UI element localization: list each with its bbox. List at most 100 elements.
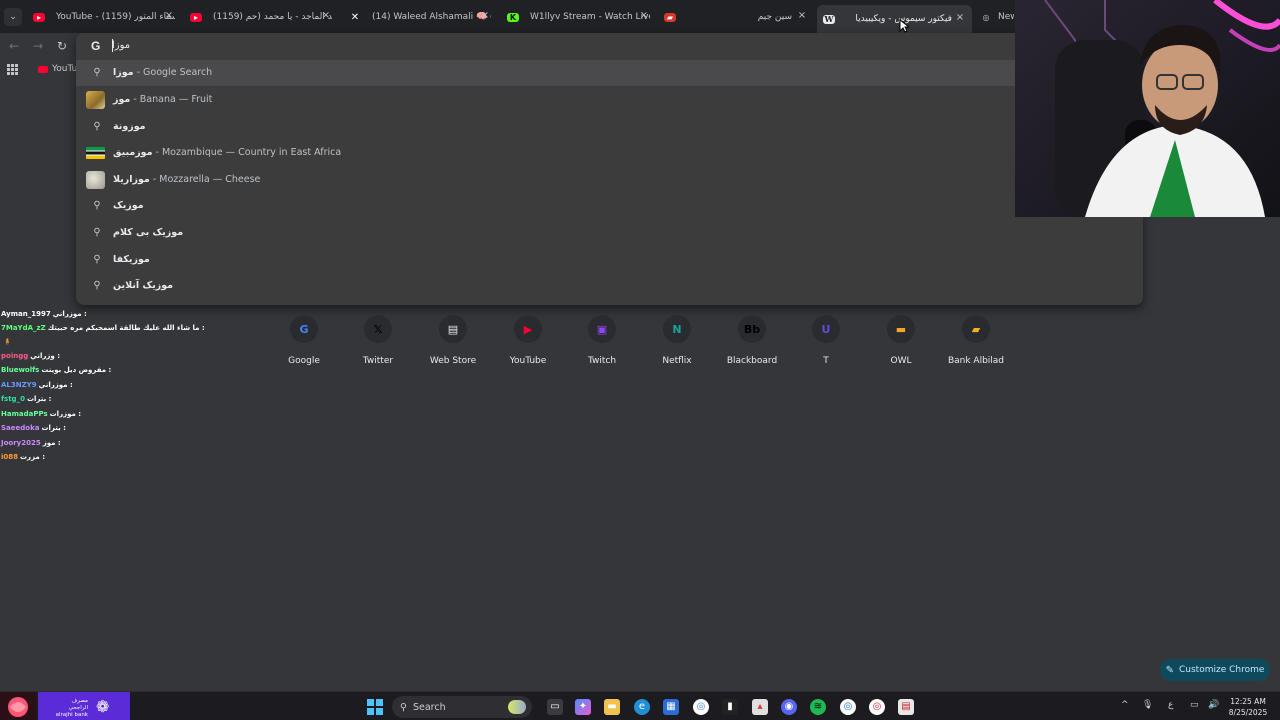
volume-icon[interactable]: 🔊 bbox=[1208, 700, 1219, 710]
youtube-icon bbox=[38, 65, 48, 73]
discord-icon[interactable]: ◉ bbox=[781, 699, 797, 715]
close-icon[interactable]: × bbox=[954, 12, 966, 23]
youtube-icon: ▸ bbox=[190, 12, 202, 22]
tab-title: New bbox=[998, 12, 1014, 22]
tab-title: W1llyv Stream - Watch Live on bbox=[530, 12, 650, 22]
wikipedia-icon: W bbox=[823, 13, 835, 24]
taskbar-widget-bank[interactable]: مصرف الراجحي alrajhi bank ❁ bbox=[38, 692, 130, 720]
chat-text: موزراني : bbox=[52, 310, 87, 318]
task-view-icon[interactable]: ▭ bbox=[547, 699, 563, 715]
chat-username: Joory2025 bbox=[1, 439, 41, 447]
chat-message: fstg_0 بترات : bbox=[1, 395, 51, 403]
shortcut-label: Bank Albilad bbox=[947, 356, 1005, 366]
pencil-icon: ✎ bbox=[1165, 664, 1174, 676]
chat-text: مفروض ديل بوينت : bbox=[41, 366, 112, 374]
network-icon[interactable]: ▭ bbox=[1190, 700, 1199, 710]
close-icon[interactable]: × bbox=[320, 10, 332, 21]
tray-overflow-icon[interactable]: ^ bbox=[1121, 700, 1129, 710]
app-icon[interactable]: ▮ bbox=[722, 699, 738, 715]
shortcut-tile[interactable]: Bb Blackboard bbox=[717, 314, 787, 370]
tab-kick[interactable]: K W1llyv Stream - Watch Live on × bbox=[507, 6, 650, 28]
shortcut-tile[interactable]: ▣ Twitch bbox=[567, 314, 637, 370]
shortcut-tile[interactable]: ▰ Bank Albilad bbox=[941, 314, 1011, 370]
shortcut-tile[interactable]: ▤ Web Store bbox=[418, 314, 488, 370]
chat-message: Ayman_1997 موزراني : bbox=[1, 310, 87, 318]
suggestion-item[interactable]: ⚲ موزا - Google Search bbox=[76, 60, 1015, 86]
suggestion-description: - Google Search bbox=[133, 67, 213, 78]
tab-youtube-2[interactable]: ▸ راشد الماجد - يا محمد (حم (1159) × bbox=[190, 6, 332, 28]
mouse-cursor-icon bbox=[899, 19, 909, 33]
address-bar[interactable]: G موزا bbox=[76, 33, 1015, 59]
suggestion-text: موزا - Google Search bbox=[113, 67, 212, 78]
close-icon[interactable]: × bbox=[796, 10, 808, 21]
shortcut-tile[interactable]: UT bbox=[791, 314, 861, 370]
taskbar-widget-brain[interactable] bbox=[0, 692, 36, 720]
chrome-icon[interactable]: ◎ bbox=[693, 699, 709, 715]
tab-seen-jeem[interactable]: سين جيم × bbox=[730, 6, 808, 28]
tab-wikipedia-active[interactable]: W فيكتور سيموس - ويكيبيديا × bbox=[817, 5, 972, 33]
suggestion-item[interactable]: ⚲ موزیکفا bbox=[76, 247, 1143, 273]
tab-game[interactable]: ▰ bbox=[664, 6, 684, 28]
chat-message: i088 مزرت : bbox=[1, 453, 45, 461]
suggestion-item[interactable]: ⚲ موزیک آنلاین bbox=[76, 273, 1143, 299]
chrome-icon-3[interactable]: ◎ bbox=[869, 699, 885, 715]
search-icon: ⚲ bbox=[93, 67, 101, 78]
tab-x[interactable]: ✕ (14) Waleed Alshamali 🧠 on X × bbox=[349, 6, 491, 28]
tab-new[interactable]: ◎ New bbox=[980, 6, 1015, 28]
suggestion-text: موزاريلا - Mozzarella — Cheese bbox=[113, 174, 260, 185]
forward-button[interactable]: → bbox=[29, 37, 47, 55]
suggestion-item[interactable]: موز - Banana — Fruit bbox=[76, 87, 1143, 113]
apps-grid-icon[interactable] bbox=[7, 64, 18, 75]
shortcut-label: T bbox=[823, 356, 829, 366]
app-icon-2[interactable]: ▴ bbox=[752, 699, 768, 715]
suggestion-text: موزمبيق - Mozambique — Country in East A… bbox=[113, 147, 341, 158]
tab-search-button[interactable]: ⌄ bbox=[4, 8, 22, 26]
shortcut-tile[interactable]: 𝕏 Twitter bbox=[343, 314, 413, 370]
taskbar-search[interactable]: ⚲ Search bbox=[392, 696, 532, 718]
chat-text: ما شاء الله عليك طالقة اسمحبكم مره حبيتك… bbox=[47, 324, 205, 332]
search-icon: ⚲ bbox=[93, 227, 101, 238]
close-icon[interactable]: × bbox=[638, 10, 650, 21]
close-icon[interactable]: × bbox=[163, 10, 175, 21]
owl-icon: ▬ bbox=[887, 315, 915, 343]
chat-message: poingg وزراني : bbox=[1, 352, 60, 360]
shortcut-tile[interactable]: ▶ YouTube bbox=[493, 314, 563, 370]
customize-chrome-button[interactable]: ✎ Customize Chrome bbox=[1160, 659, 1270, 681]
suggestion-item[interactable]: ⚲ موزیک bbox=[76, 193, 1143, 219]
address-input[interactable]: موزا bbox=[112, 40, 130, 51]
reload-button[interactable]: ↻ bbox=[53, 37, 71, 55]
search-highlight-icon bbox=[508, 700, 526, 714]
game-icon: ▰ bbox=[664, 12, 676, 22]
edge-icon[interactable]: e bbox=[634, 699, 650, 715]
suggestion-query: موزیک بی کلام bbox=[113, 227, 184, 238]
copilot-icon[interactable]: ✦ bbox=[575, 699, 591, 715]
shortcut-tile[interactable]: ▬ OWL bbox=[866, 314, 936, 370]
suggestion-item[interactable]: ⚲ موزونة bbox=[76, 114, 1143, 140]
webcam-image bbox=[1015, 0, 1280, 217]
shortcut-tile[interactable]: N Netflix bbox=[642, 314, 712, 370]
suggestion-item[interactable]: موزمبيق - Mozambique — Country in East A… bbox=[76, 140, 1143, 166]
suggestion-item[interactable]: موزاريلا - Mozzarella — Cheese bbox=[76, 167, 1143, 193]
back-button[interactable]: ← bbox=[5, 37, 23, 55]
chat-message: 7MaYdA_zZ ما شاء الله عليك طالقة اسمحبكم … bbox=[1, 324, 205, 332]
system-clock[interactable]: 12:25 AM 8/25/2025 bbox=[1222, 696, 1274, 718]
suggestion-query: موز bbox=[113, 94, 131, 105]
chrome-icon-2[interactable]: ◎ bbox=[840, 699, 856, 715]
language-indicator[interactable]: ع bbox=[1168, 700, 1173, 710]
youtube-icon: ▸ bbox=[33, 12, 45, 22]
microphone-icon[interactable]: 🎙 bbox=[1142, 700, 1153, 710]
suggestion-query: موزونة bbox=[113, 121, 146, 132]
close-icon[interactable]: × bbox=[479, 10, 491, 21]
suggestion-text: موزیک آنلاین bbox=[113, 280, 173, 291]
file-explorer-icon[interactable]: ▬ bbox=[604, 699, 620, 715]
store-icon[interactable]: ▦ bbox=[663, 699, 679, 715]
tab-title: (14) Waleed Alshamali 🧠 on X bbox=[372, 12, 491, 22]
browser-window: ⌄ ▸ YouTube - اسماء المتور (1159) × ▸ را… bbox=[0, 0, 1280, 720]
spotify-icon[interactable]: ≋ bbox=[810, 699, 826, 715]
app-icon-3[interactable]: ▤ bbox=[898, 699, 914, 715]
tab-youtube-1[interactable]: ▸ YouTube - اسماء المتور (1159) × bbox=[33, 6, 175, 28]
shortcut-tile[interactable]: G Google bbox=[269, 314, 339, 370]
tab-title: YouTube - اسماء المتور (1159) bbox=[56, 12, 175, 22]
windows-start-icon[interactable] bbox=[367, 699, 383, 715]
suggestion-item[interactable]: ⚲ موزیک بی کلام bbox=[76, 220, 1143, 246]
